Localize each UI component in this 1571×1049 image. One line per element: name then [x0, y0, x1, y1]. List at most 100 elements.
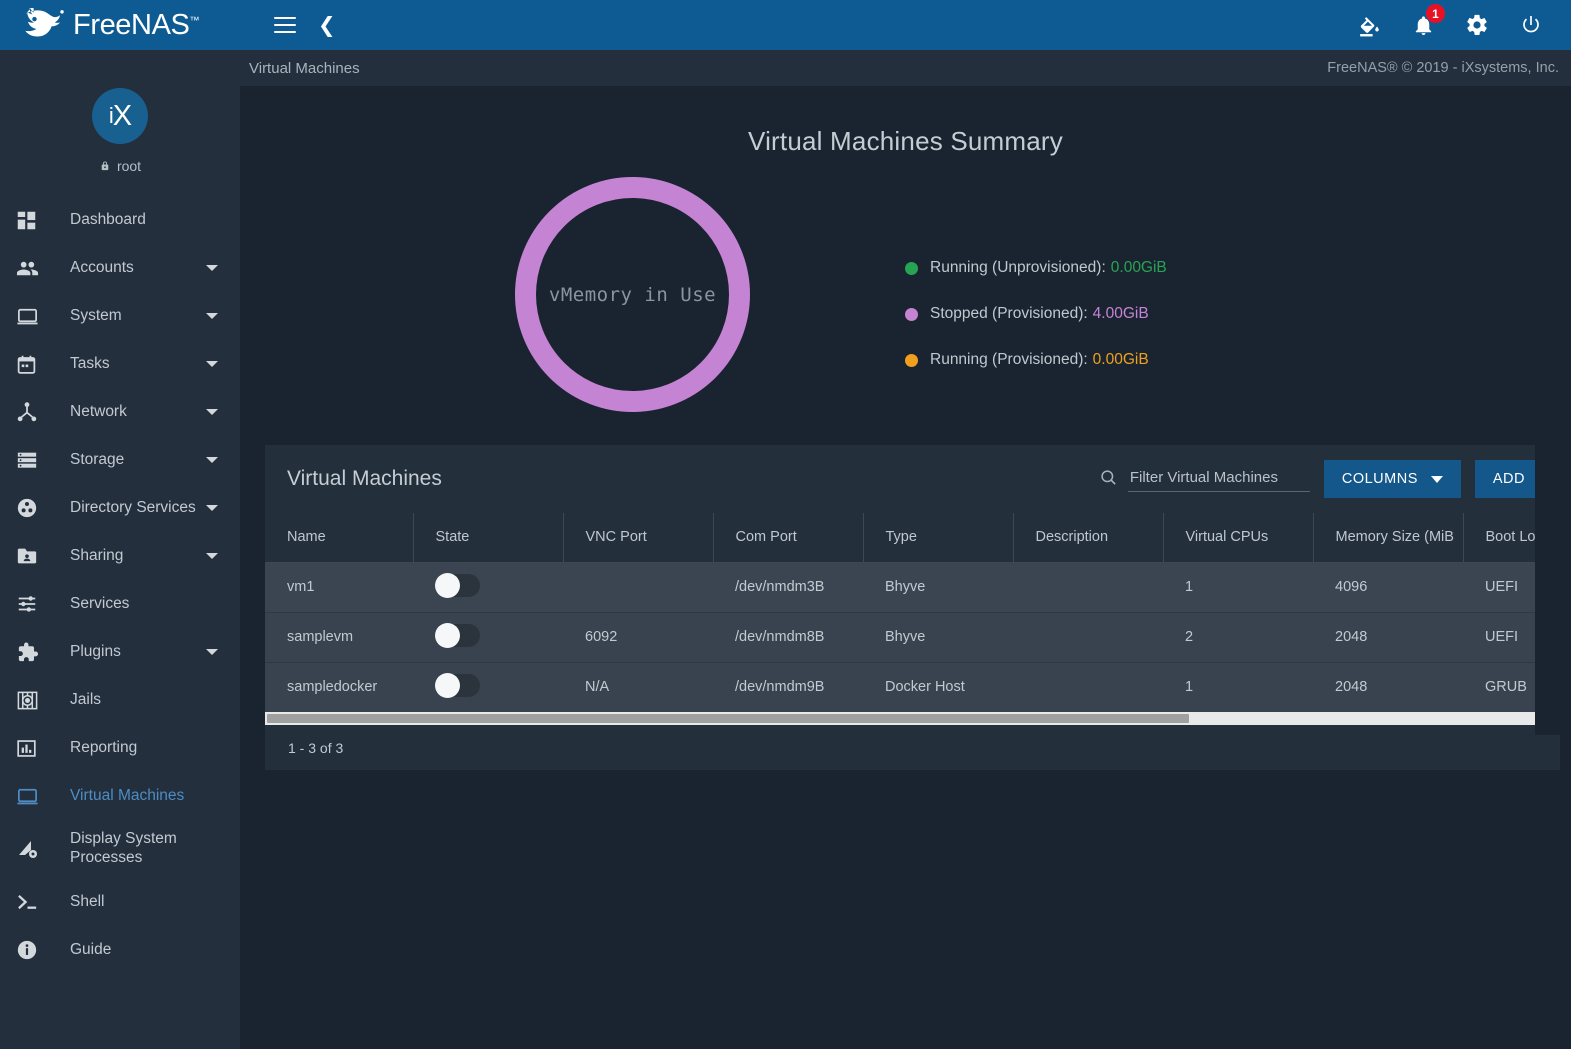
sidebar-item-label: Guide	[70, 940, 112, 958]
search-icon[interactable]	[1099, 468, 1118, 492]
sidebar-item-jails[interactable]: Jails	[0, 676, 240, 724]
column-header-state[interactable]: State	[413, 513, 564, 563]
chevron-down-icon[interactable]	[206, 553, 218, 559]
legend-color-dot	[905, 307, 918, 321]
cell-state	[413, 662, 563, 713]
table-wrapper: Name State VNC Port Com Port Type Descri…	[265, 513, 1560, 725]
services-sliders-icon	[16, 593, 46, 615]
sidebar-item-shell[interactable]: Shell	[0, 878, 240, 926]
table-row[interactable]: sampledocker N/A /dev/nmdm9B Docker Host…	[265, 662, 1560, 713]
chevron-down-icon	[1430, 475, 1443, 483]
table-row[interactable]: vm1 /dev/nmdm3B Bhyve 1 4096 UEFI	[265, 562, 1560, 613]
legend-color-dot	[905, 353, 918, 367]
chevron-down-icon[interactable]	[206, 313, 218, 319]
lock-icon	[101, 161, 109, 171]
hamburger-menu-icon[interactable]	[274, 17, 296, 33]
sidebar-item-label: System	[70, 306, 122, 324]
sidebar-item-label: Dashboard	[70, 210, 146, 228]
table-row[interactable]: samplevm 6092 /dev/nmdm8B Bhyve 2 2048 U…	[265, 612, 1560, 663]
table-title: Virtual Machines	[287, 467, 442, 490]
cell-vnc-port: 6092	[563, 612, 713, 663]
column-header-com-port[interactable]: Com Port	[713, 513, 864, 563]
chevron-down-icon[interactable]	[206, 505, 218, 511]
avatar-x: X	[112, 99, 132, 132]
cell-memory-size: 2048	[1313, 662, 1463, 713]
sidebar-item-label: Services	[70, 594, 130, 612]
sidebar-item-services[interactable]: Services	[0, 580, 240, 628]
tasks-calendar-icon	[16, 354, 46, 375]
breadcrumb[interactable]: Virtual Machines	[249, 60, 360, 77]
column-header-memory-size[interactable]: Memory Size (MiB	[1313, 513, 1464, 563]
sidebar-item-storage[interactable]: Storage	[0, 436, 240, 484]
sidebar-item-display-system-processes[interactable]: Display System Processes	[0, 820, 240, 878]
storage-icon	[16, 449, 46, 471]
sidebar-item-label: Sharing	[70, 546, 124, 564]
paint-bucket-icon[interactable]	[1355, 11, 1383, 39]
legend-item: Stopped (Provisioned): 4.00GiB	[905, 291, 1167, 337]
sidebar-item-label: Network	[70, 402, 127, 420]
cell-description	[1013, 562, 1163, 613]
search-box	[1099, 466, 1310, 492]
cell-com-port: /dev/nmdm9B	[713, 662, 863, 713]
vm-state-toggle[interactable]	[435, 622, 480, 648]
jails-icon	[16, 689, 46, 712]
cell-memory-size: 4096	[1313, 562, 1463, 613]
chevron-left-icon[interactable]: ❮	[318, 14, 336, 36]
sharing-folder-icon	[16, 545, 46, 567]
column-header-description[interactable]: Description	[1013, 513, 1164, 563]
sidebar-item-guide[interactable]: Guide	[0, 926, 240, 974]
column-header-vnc-port[interactable]: VNC Port	[563, 513, 714, 563]
sidebar-item-sharing[interactable]: Sharing	[0, 532, 240, 580]
chevron-down-icon[interactable]	[206, 361, 218, 367]
cell-virtual-cpus: 1	[1163, 562, 1313, 613]
vm-state-toggle[interactable]	[435, 572, 480, 598]
accounts-icon	[16, 257, 46, 280]
sidebar-item-directory-services[interactable]: Directory Services	[0, 484, 240, 532]
gear-icon[interactable]	[1463, 11, 1491, 39]
sidebar-item-network[interactable]: Network	[0, 388, 240, 436]
legend-label: Stopped (Provisioned):	[930, 305, 1088, 322]
power-icon[interactable]	[1517, 11, 1545, 39]
sidebar-nav: Dashboard Accounts System Tasks Network …	[0, 196, 240, 974]
column-header-name[interactable]: Name	[265, 513, 414, 563]
column-header-type[interactable]: Type	[863, 513, 1014, 563]
table-scroll-area: Name State VNC Port Com Port Type Descri…	[265, 513, 1560, 725]
chevron-down-icon[interactable]	[206, 649, 218, 655]
sidebar-item-label: Reporting	[70, 738, 138, 756]
add-button-label: ADD	[1492, 471, 1525, 487]
avatar[interactable]: iX	[92, 88, 148, 144]
chevron-down-icon[interactable]	[206, 457, 218, 463]
toggle-knob	[435, 672, 460, 698]
brand-logo-area[interactable]: FreeNAS™	[0, 0, 240, 50]
vm-state-toggle[interactable]	[435, 672, 480, 698]
sidebar-item-plugins[interactable]: Plugins	[0, 628, 240, 676]
cell-vnc-port: N/A	[563, 662, 713, 713]
table-horizontal-scrollbar[interactable]	[265, 712, 1560, 725]
sidebar-item-tasks[interactable]: Tasks	[0, 340, 240, 388]
columns-button[interactable]: COLUMNS	[1323, 460, 1461, 498]
sidebar-item-virtual-machines[interactable]: Virtual Machines	[0, 772, 240, 820]
vm-summary-chart: vMemory in Use Running (Unprovisioned): …	[240, 157, 1571, 427]
sidebar-item-dashboard[interactable]: Dashboard	[0, 196, 240, 244]
search-input[interactable]	[1127, 466, 1310, 492]
scrollbar-thumb[interactable]	[267, 714, 1189, 723]
sidebar-item-reporting[interactable]: Reporting	[0, 724, 240, 772]
plugins-puzzle-icon	[16, 641, 46, 664]
brand-name: FreeNAS™	[73, 8, 200, 41]
pagination-label: 1 - 3 of 3	[288, 739, 344, 756]
sidebar-item-accounts[interactable]: Accounts	[0, 244, 240, 292]
column-header-virtual-cpus[interactable]: Virtual CPUs	[1163, 513, 1314, 563]
page-title: Virtual Machines Summary	[748, 126, 1063, 156]
legend-label: Running (Provisioned):	[930, 351, 1088, 368]
chevron-down-icon[interactable]	[206, 409, 218, 415]
user-block: iX root	[0, 50, 240, 174]
cell-state	[413, 612, 563, 663]
bell-icon[interactable]: 1	[1409, 4, 1445, 39]
sidebar-item-label: Storage	[70, 450, 125, 468]
sidebar-item-system[interactable]: System	[0, 292, 240, 340]
add-button[interactable]: ADD	[1474, 460, 1543, 498]
cell-virtual-cpus: 2	[1163, 612, 1313, 663]
sidebar-item-label: Plugins	[70, 642, 121, 660]
chevron-down-icon[interactable]	[206, 265, 218, 271]
main-content: Virtual Machines FreeNAS® © 2019 - iXsys…	[240, 50, 1571, 1049]
